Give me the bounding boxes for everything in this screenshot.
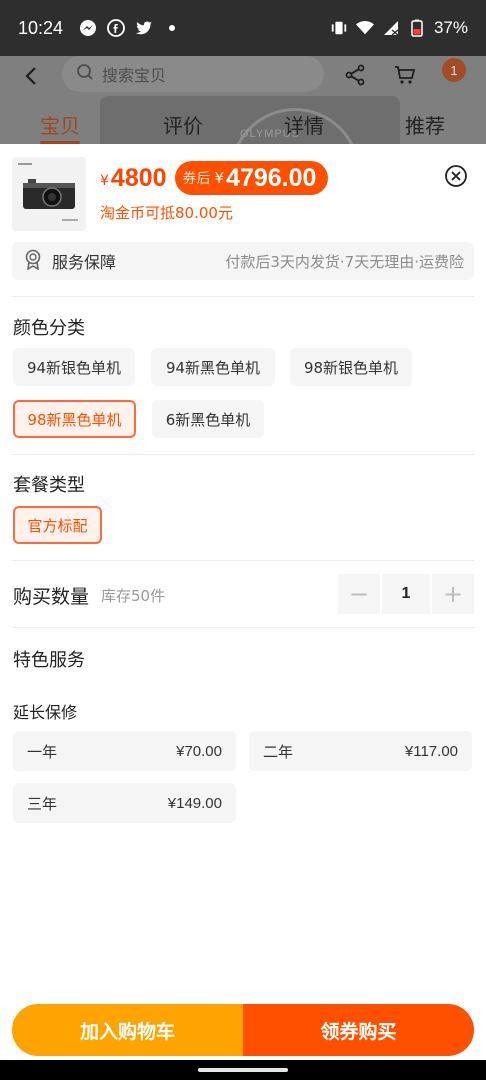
package-option-official[interactable]: 官方标配 <box>13 506 102 544</box>
stock-count: 库存50件 <box>101 587 166 605</box>
dot-icon <box>163 19 181 37</box>
system-nav-bar <box>0 1060 486 1080</box>
buy-with-coupon-button[interactable]: 领券购买 <box>243 1004 474 1056</box>
header-row: 搜索宝贝 1 <box>0 56 486 96</box>
color-option-94-black[interactable]: 94新黑色单机 <box>151 348 275 386</box>
status-bar: 10:24 37% <box>0 0 486 56</box>
coupon-price: 4796.00 <box>226 163 317 192</box>
increment-button[interactable]: + <box>432 574 474 614</box>
facebook-icon <box>107 19 125 37</box>
color-option-98-black[interactable]: 98新黑色单机 <box>13 400 136 438</box>
divider <box>12 454 474 455</box>
color-option-98-silver[interactable]: 98新银色单机 <box>290 348 412 386</box>
tab-details[interactable]: 详情 <box>284 110 324 139</box>
search-placeholder: 搜索宝贝 <box>102 66 167 85</box>
color-option-94-silver[interactable]: 94新银色单机 <box>13 348 135 386</box>
warranty-label: 二年 <box>263 742 294 761</box>
warranty-label: 三年 <box>27 794 58 813</box>
color-section-title: 颜色分类 <box>13 318 85 339</box>
warranty-subtitle: 延长保修 <box>13 703 78 722</box>
tab-baobei[interactable]: 宝贝 <box>40 110 80 139</box>
battery-icon <box>408 19 426 37</box>
cart-badge[interactable]: 1 <box>442 58 466 82</box>
notification-icons <box>79 19 181 37</box>
tab-recommend[interactable]: 推荐 <box>405 110 445 139</box>
page-header-overlay: OLYMPUS 搜索宝贝 1 宝贝 评价 详情 推荐 <box>0 56 486 144</box>
divider <box>12 627 474 628</box>
quantity-label: 购买数量 <box>13 586 90 608</box>
warranty-price: ¥149.00 <box>167 794 222 812</box>
quantity-value[interactable]: 1 <box>382 574 430 614</box>
cart-icon[interactable] <box>394 64 416 86</box>
sku-sheet: ¥ 4800 券后 ¥ 4796.00 淘金币可抵80.00元 服务保障 付款后… <box>0 144 486 1080</box>
color-option-6-black[interactable]: 6新黑色单机 <box>152 400 264 438</box>
battery-percent: 37% <box>433 18 468 37</box>
warranty-option-2-year[interactable]: 二年 ¥117.00 <box>249 731 472 771</box>
warranty-option-3-year[interactable]: 三年 ¥149.00 <box>13 783 236 823</box>
divider <box>12 296 474 297</box>
warranty-option-1-year[interactable]: 一年 ¥70.00 <box>13 731 236 771</box>
messenger-icon <box>79 19 97 37</box>
share-icon[interactable] <box>344 64 366 86</box>
divider <box>12 560 474 561</box>
service-description: 付款后3天内发货·7天无理由·运费险 <box>225 252 464 271</box>
vibrate-icon <box>330 19 348 37</box>
product-thumbnail[interactable] <box>12 157 86 231</box>
signal-icon <box>382 19 400 37</box>
search-input[interactable]: 搜索宝贝 <box>62 56 324 92</box>
warranty-price: ¥70.00 <box>176 742 222 760</box>
warranty-price: ¥117.00 <box>404 742 458 760</box>
add-to-cart-button[interactable]: 加入购物车 <box>12 1004 243 1056</box>
action-bar: 加入购物车 领券购买 <box>12 1004 474 1056</box>
price-currency: ¥ <box>100 173 109 189</box>
coupon-label: 券后 <box>182 171 211 187</box>
decrement-button[interactable]: − <box>338 574 380 614</box>
status-time: 10:24 <box>18 17 64 38</box>
coin-discount-text: 淘金币可抵80.00元 <box>100 204 233 222</box>
tab-reviews[interactable]: 评价 <box>163 110 203 139</box>
service-title: 服务保障 <box>52 253 117 272</box>
back-arrow-icon[interactable] <box>20 64 44 88</box>
status-right: 37% <box>330 18 468 38</box>
close-icon[interactable] <box>444 164 468 188</box>
quantity-stepper: − 1 + <box>338 574 474 614</box>
package-section-title: 套餐类型 <box>13 475 85 496</box>
service-guarantee[interactable]: 服务保障 付款后3天内发货·7天无理由·运费险 <box>12 242 474 280</box>
price-row: ¥ 4800 券后 ¥ 4796.00 <box>100 160 329 196</box>
page-tabs: 宝贝 评价 详情 推荐 <box>0 108 486 144</box>
search-icon <box>76 63 94 85</box>
twitter-icon <box>135 19 153 37</box>
warranty-label: 一年 <box>27 742 58 761</box>
screen: 10:24 37% OLYMPUS 搜索宝贝 1 宝贝 评价 详情 推荐 ¥ 4… <box>0 0 486 1080</box>
special-service-title: 特色服务 <box>13 650 85 671</box>
wifi-icon <box>355 19 374 37</box>
shield-badge-icon <box>22 248 44 274</box>
coupon-price-badge: 券后 ¥ 4796.00 <box>174 161 329 195</box>
price-value: 4800 <box>110 163 167 192</box>
coupon-currency: ¥ <box>214 169 225 187</box>
home-handle[interactable] <box>198 1068 288 1072</box>
